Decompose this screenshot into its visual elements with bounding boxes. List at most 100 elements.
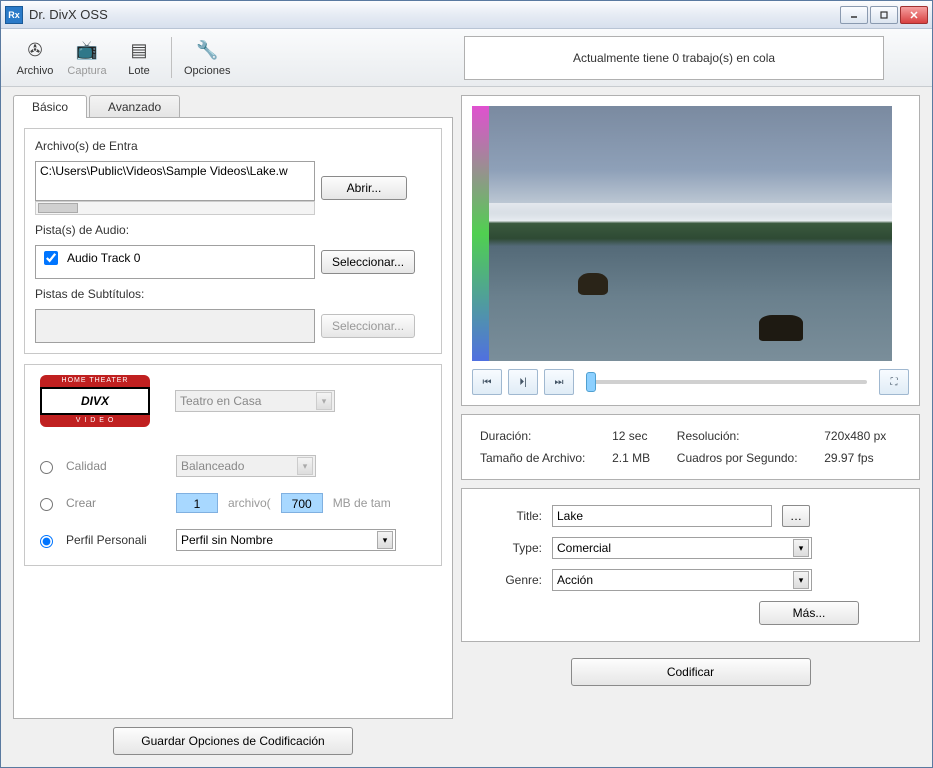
cert-mode-value: Teatro en Casa	[180, 394, 261, 408]
meta-type-combo[interactable]: Comercial ▾	[552, 537, 812, 559]
divx-logo-mid: DIVX	[40, 387, 150, 415]
meta-title-input[interactable]	[552, 505, 772, 527]
toolbar-opciones-label: Opciones	[184, 65, 230, 77]
toolbar-lote[interactable]: ▤ Lote	[113, 33, 165, 82]
create-size-field[interactable]: 700	[281, 493, 323, 513]
divx-logo-bot: V I D E O	[40, 415, 150, 427]
profile-value: Perfil sin Nombre	[181, 533, 273, 547]
cert-mode-combo: Teatro en Casa ▾	[175, 390, 335, 412]
tab-avanzado[interactable]: Avanzado	[89, 95, 180, 118]
audio-tracks-label: Pista(s) de Audio:	[35, 223, 431, 237]
right-column: ⏮ ⏵| ⏭ ⛶ Duración: 12 sec Resolución: 72…	[461, 95, 920, 755]
divx-logo-top: HOME THEATER	[40, 375, 150, 387]
chevron-down-icon: ▾	[297, 457, 313, 475]
input-files-hscroll[interactable]	[35, 201, 315, 215]
content-area: Básico Avanzado Archivo(s) de Entra C:\U…	[1, 87, 932, 767]
metadata-panel: Title: … Type: Comercial ▾ Genre: Acción…	[461, 488, 920, 642]
info-panel: Duración: 12 sec Resolución: 720x480 px …	[461, 414, 920, 480]
preview-panel: ⏮ ⏵| ⏭ ⛶	[461, 95, 920, 406]
rewind-start-button[interactable]: ⏮	[472, 369, 502, 395]
titlebar: Rx Dr. DivX OSS	[1, 1, 932, 29]
quality-combo: Balanceado ▾	[176, 455, 316, 477]
audio-tracks-list[interactable]: Audio Track 0	[35, 245, 315, 279]
batch-icon: ▤	[127, 39, 151, 63]
quality-label: Calidad	[66, 459, 166, 473]
chevron-down-icon[interactable]: ▾	[793, 571, 809, 589]
audio-track-checkbox[interactable]	[44, 251, 58, 265]
input-files-list[interactable]: C:\Users\Public\Videos\Sample Videos\Lak…	[35, 161, 315, 201]
wrench-icon: 🔧	[195, 39, 219, 63]
encode-button[interactable]: Codificar	[571, 658, 811, 686]
input-file-item[interactable]: C:\Users\Public\Videos\Sample Videos\Lak…	[40, 164, 310, 178]
profile-radio[interactable]	[40, 535, 53, 548]
quality-value: Balanceado	[181, 459, 244, 473]
maximize-button[interactable]	[870, 6, 898, 24]
toolbar-lote-label: Lote	[128, 65, 149, 77]
input-files-label: Archivo(s) de Entra	[35, 139, 431, 153]
video-right-bar	[892, 106, 909, 361]
window-buttons	[840, 6, 928, 24]
create-mb-text: MB de tam	[333, 496, 391, 510]
meta-title-browse-button[interactable]: …	[782, 505, 810, 527]
toolbar-separator	[171, 37, 172, 78]
seek-slider[interactable]	[586, 380, 867, 384]
meta-genre-combo[interactable]: Acción ▾	[552, 569, 812, 591]
duration-value: 12 sec	[612, 429, 665, 443]
minimize-button[interactable]	[840, 6, 868, 24]
meta-genre-value: Acción	[557, 573, 593, 587]
filesize-label: Tamaño de Archivo:	[480, 451, 600, 465]
player-controls: ⏮ ⏵| ⏭ ⛶	[472, 369, 909, 395]
create-label: Crear	[66, 496, 166, 510]
video-scene	[489, 106, 891, 361]
film-reel-icon: ✇	[23, 39, 47, 63]
profile-row: Perfil Personali Perfil sin Nombre ▾	[35, 529, 431, 551]
chevron-down-icon[interactable]: ▾	[377, 531, 393, 549]
meta-more-button[interactable]: Más...	[759, 601, 859, 625]
audio-track-item[interactable]: Audio Track 0	[40, 248, 310, 268]
toolbar-archivo[interactable]: ✇ Archivo	[9, 33, 61, 82]
meta-genre-label: Genre:	[482, 573, 542, 587]
profile-combo[interactable]: Perfil sin Nombre ▾	[176, 529, 396, 551]
toolbar-archivo-label: Archivo	[17, 65, 54, 77]
forward-end-button[interactable]: ⏭	[544, 369, 574, 395]
meta-title-label: Title:	[482, 509, 542, 523]
fullscreen-button[interactable]: ⛶	[879, 369, 909, 395]
encoding-group: HOME THEATER DIVX V I D E O Teatro en Ca…	[24, 364, 442, 566]
window-title: Dr. DivX OSS	[29, 7, 840, 22]
filesize-value: 2.1 MB	[612, 451, 665, 465]
save-options-button[interactable]: Guardar Opciones de Codificación	[113, 727, 353, 755]
audio-track-label: Audio Track 0	[67, 251, 140, 265]
chevron-down-icon[interactable]: ▾	[793, 539, 809, 557]
toolbar-captura-label: Captura	[67, 65, 106, 77]
video-preview	[472, 106, 909, 361]
toolbar-captura[interactable]: 📺 Captura	[61, 33, 113, 82]
open-button[interactable]: Abrir...	[321, 176, 407, 200]
close-button[interactable]	[900, 6, 928, 24]
tab-basico[interactable]: Básico	[13, 95, 87, 118]
app-icon: Rx	[5, 6, 23, 24]
meta-type-value: Comercial	[557, 541, 611, 555]
resolution-label: Resolución:	[677, 429, 812, 443]
input-group: Archivo(s) de Entra C:\Users\Public\Vide…	[24, 128, 442, 354]
fps-value: 29.97 fps	[824, 451, 901, 465]
app-window: Rx Dr. DivX OSS ✇ Archivo 📺 Captura ▤ Lo…	[0, 0, 933, 768]
toolbar-opciones[interactable]: 🔧 Opciones	[178, 33, 236, 82]
quality-radio[interactable]	[40, 461, 53, 474]
seek-thumb[interactable]	[586, 372, 596, 392]
resolution-value: 720x480 px	[824, 429, 901, 443]
quality-row: Calidad Balanceado ▾	[35, 455, 431, 477]
toolbar: ✇ Archivo 📺 Captura ▤ Lote 🔧 Opciones Ac…	[1, 29, 932, 87]
meta-type-label: Type:	[482, 541, 542, 555]
create-count-field[interactable]: 1	[176, 493, 218, 513]
create-radio[interactable]	[40, 498, 53, 511]
duration-label: Duración:	[480, 429, 600, 443]
step-forward-button[interactable]: ⏵|	[508, 369, 538, 395]
basic-panel: Archivo(s) de Entra C:\Users\Public\Vide…	[13, 117, 453, 719]
fps-label: Cuadros por Segundo:	[677, 451, 812, 465]
select-audio-button[interactable]: Seleccionar...	[321, 250, 415, 274]
subtitle-tracks-label: Pistas de Subtítulos:	[35, 287, 431, 301]
queue-status-box: Actualmente tiene 0 trabajo(s) en cola	[464, 36, 884, 80]
create-row: Crear 1 archivo( 700 MB de tam	[35, 493, 431, 513]
tabs: Básico Avanzado	[13, 95, 453, 118]
create-archivo-text: archivo(	[228, 496, 271, 510]
